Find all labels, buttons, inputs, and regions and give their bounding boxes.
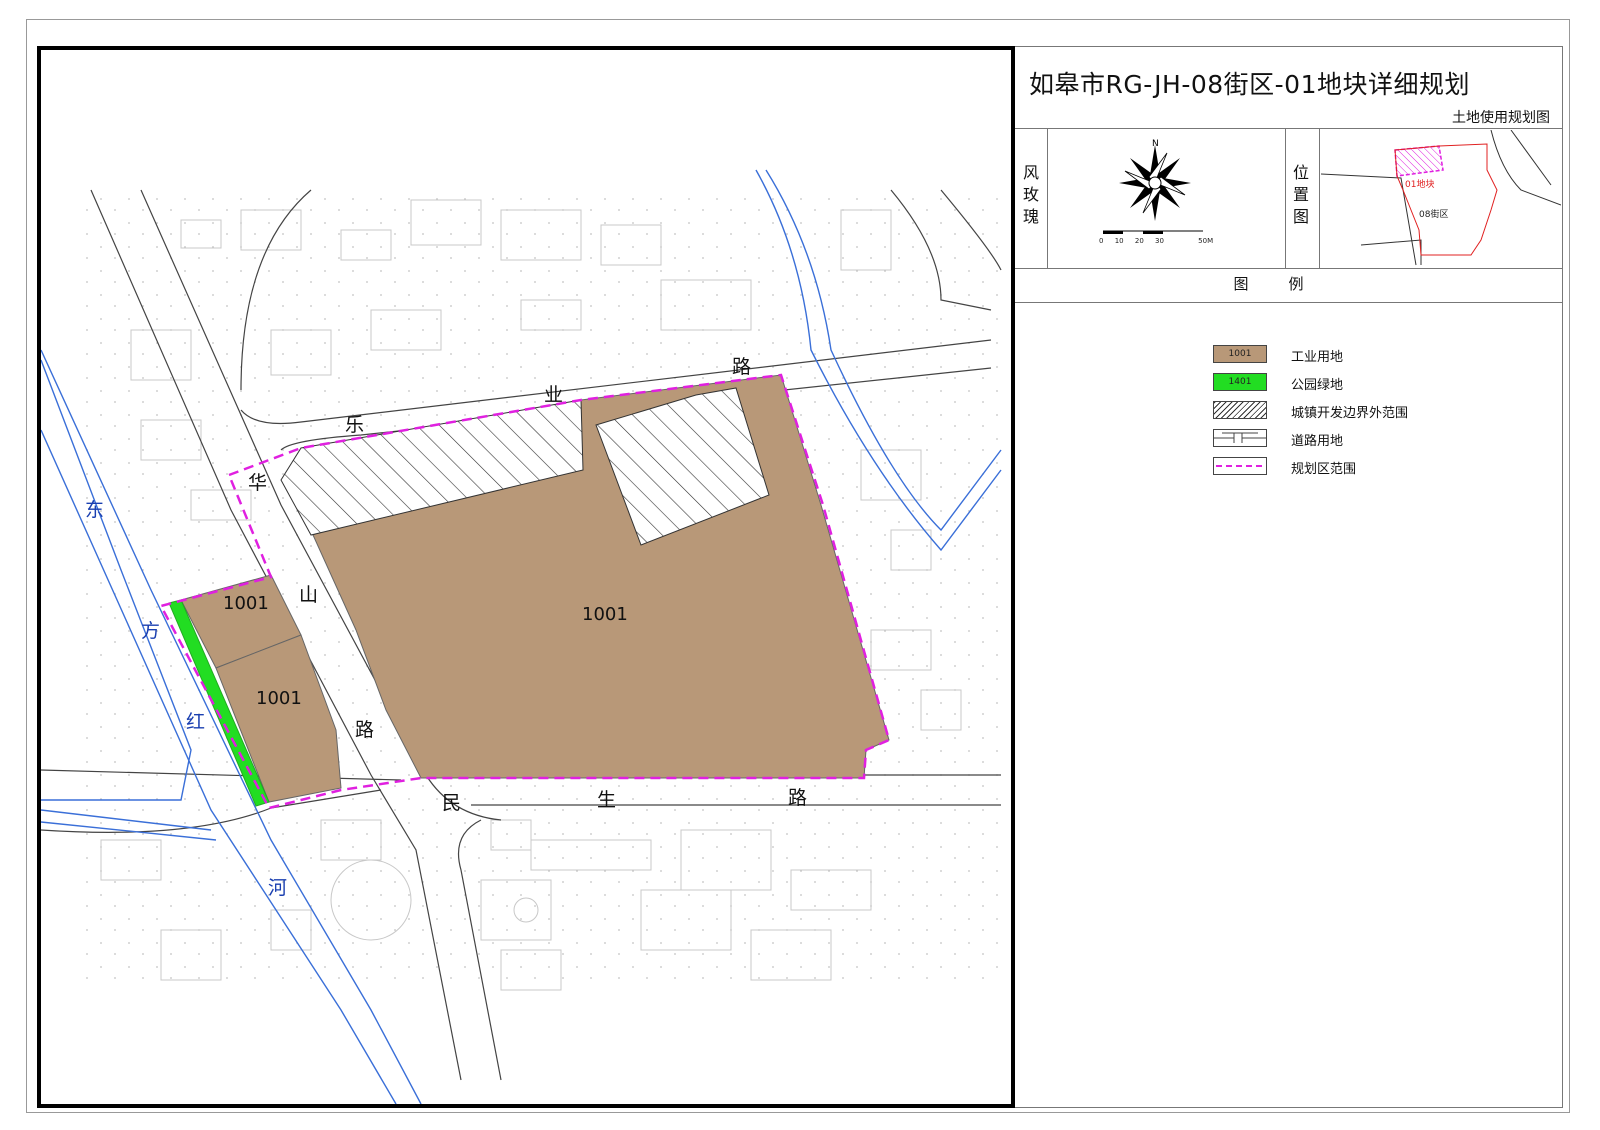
legend-swatch-outside-boundary bbox=[1213, 401, 1267, 419]
legend-label-road: 道路用地 bbox=[1291, 434, 1344, 449]
legend-label-planning-boundary: 规划区范围 bbox=[1291, 462, 1357, 477]
road-label-huashan-2: 山 bbox=[299, 584, 319, 606]
location-district-label: 08街区 bbox=[1419, 210, 1449, 220]
road-label-huashan-1: 华 bbox=[248, 472, 268, 494]
legend-label-industrial: 工业用地 bbox=[1291, 350, 1344, 365]
parcel-code-left-lower: 1001 bbox=[256, 688, 302, 709]
legend-swatch-park: 1401 bbox=[1213, 373, 1267, 391]
legend-swatch-industrial: 1001 bbox=[1213, 345, 1267, 363]
divider-windrose bbox=[1047, 129, 1048, 269]
divider-location-inner bbox=[1319, 129, 1320, 269]
scale-bar-labels: 0 10 20 30 50M bbox=[1099, 237, 1214, 245]
north-label: N bbox=[1152, 139, 1159, 149]
river-label-1: 东 bbox=[85, 499, 105, 521]
wind-rose-icon bbox=[1103, 145, 1203, 234]
river-label-2: 方 bbox=[141, 620, 161, 642]
legend-heading: 图例 bbox=[1233, 275, 1344, 293]
divider-legend-top bbox=[1015, 268, 1562, 269]
legend-label-outside-boundary: 城镇开发边界外范围 bbox=[1291, 406, 1409, 421]
divider-top bbox=[1015, 128, 1562, 129]
parcel-code-large: 1001 bbox=[582, 604, 628, 625]
road-label-minsheng-1: 民 bbox=[442, 792, 462, 814]
river-label-3: 红 bbox=[186, 711, 206, 733]
road-label-leye-1: 乐 bbox=[345, 414, 365, 436]
road-label-leye-2: 业 bbox=[544, 384, 564, 406]
road-label-minsheng-3: 路 bbox=[788, 787, 808, 809]
road-label-huashan-3: 路 bbox=[355, 719, 375, 741]
parcel-code-left-upper: 1001 bbox=[223, 593, 269, 614]
divider-legend-bottom bbox=[1015, 302, 1562, 303]
location-label: 位 置 图 bbox=[1292, 163, 1309, 226]
map-drawing bbox=[41, 169, 1002, 1104]
legend-label-park: 公园绿地 bbox=[1291, 378, 1344, 393]
title-block: 如皋市RG-JH-08街区-01地块详细规划 土地使用规划图 风 玫 瑰 N 0… bbox=[1015, 46, 1563, 1108]
location-map-inset bbox=[1321, 130, 1561, 266]
legend-swatch-planning-boundary bbox=[1213, 457, 1267, 475]
map-canvas[interactable]: 华 山 路 乐 业 路 民 生 路 东 方 红 河 1001 1001 1001 bbox=[37, 46, 1015, 1108]
road-label-leye-3: 路 bbox=[732, 356, 752, 378]
page-subtitle: 土地使用规划图 bbox=[1452, 110, 1550, 126]
page-title: 如皋市RG-JH-08街区-01地块详细规划 bbox=[1029, 70, 1470, 99]
location-parcel-label: 01地块 bbox=[1405, 180, 1435, 190]
river-label-4: 河 bbox=[268, 877, 288, 899]
divider-location-left bbox=[1285, 129, 1286, 269]
legend-swatch-road bbox=[1213, 429, 1267, 447]
windrose-label: 风 玫 瑰 bbox=[1022, 163, 1039, 226]
road-label-minsheng-2: 生 bbox=[597, 789, 617, 811]
